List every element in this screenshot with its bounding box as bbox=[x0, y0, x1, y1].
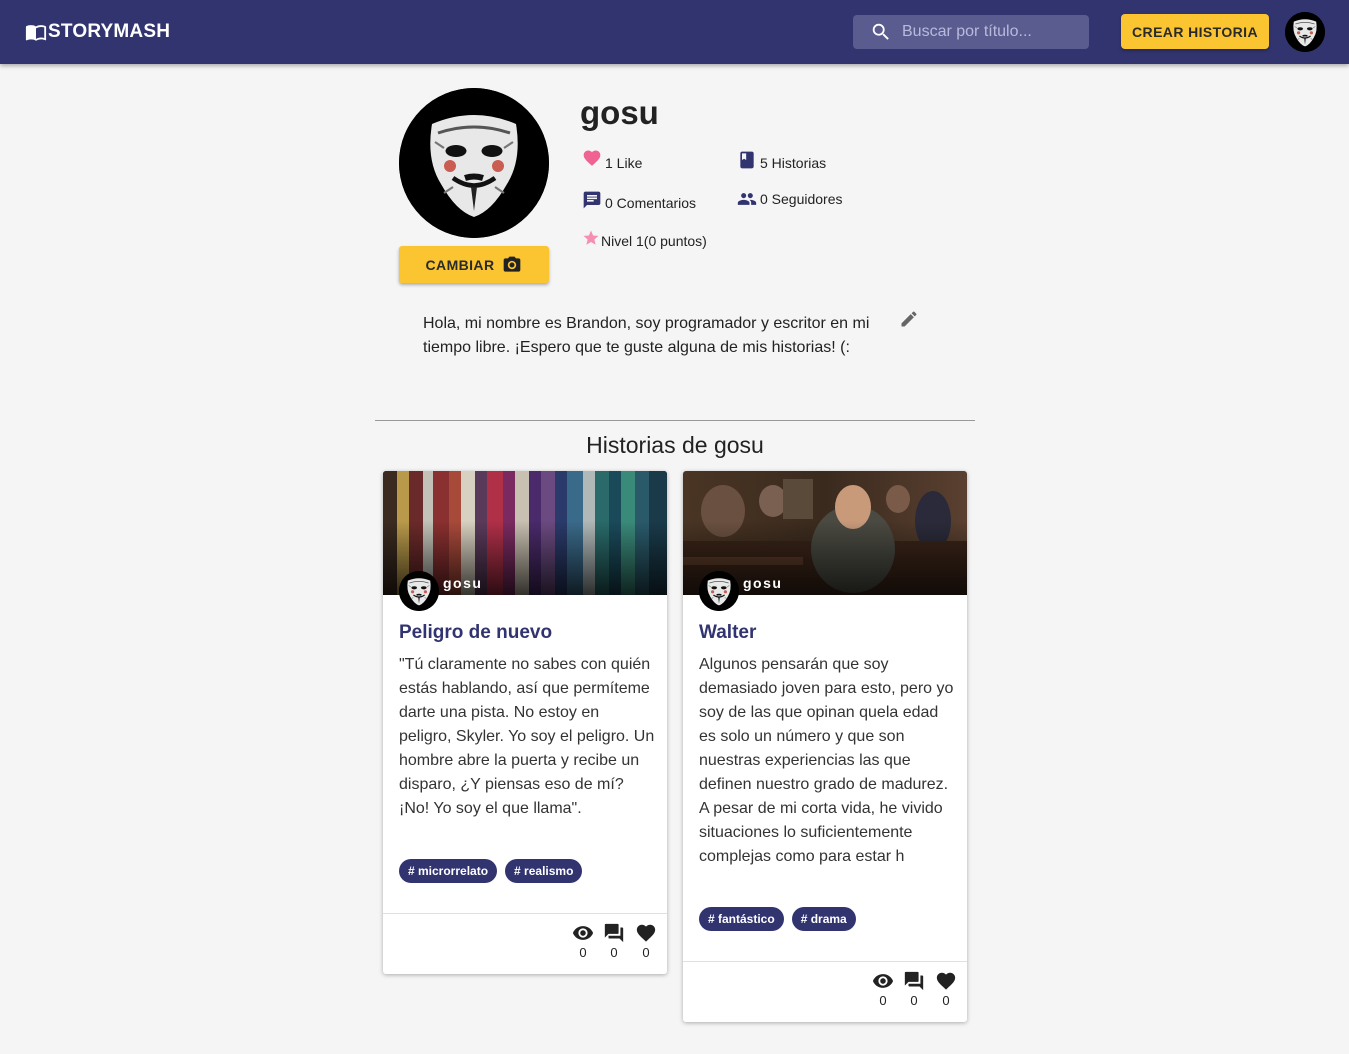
views-metric: 0 bbox=[871, 970, 895, 1008]
top-app-bar: STORYMASH CREAR HISTORIA bbox=[0, 0, 1349, 64]
brand-name: STORYMASH bbox=[48, 21, 171, 42]
comments-count: 0 bbox=[910, 993, 918, 1008]
tag-list: # microrrelato # realismo bbox=[399, 859, 583, 883]
level-stat: Nivel 1(0 puntos) bbox=[582, 229, 707, 249]
comments-metric: 0 bbox=[902, 970, 926, 1008]
author-name[interactable]: gosu bbox=[443, 575, 482, 591]
followers-stat-label: 0 Seguidores bbox=[760, 191, 843, 207]
people-icon bbox=[737, 193, 757, 205]
card-divider bbox=[683, 961, 967, 962]
star-icon bbox=[583, 230, 599, 245]
likes-count: 0 bbox=[942, 993, 950, 1008]
story-title[interactable]: Peligro de nuevo bbox=[399, 622, 552, 644]
stories-stat-label: 5 Historias bbox=[760, 155, 827, 171]
change-avatar-button[interactable]: CAMBIAR bbox=[399, 246, 549, 283]
comments-stat: 0 Comentarios bbox=[582, 190, 697, 211]
comments-metric: 0 bbox=[602, 922, 626, 960]
profile-avatar bbox=[399, 88, 549, 238]
likes-stat-label: 1 Like bbox=[605, 155, 643, 171]
followers-stat: 0 Seguidores bbox=[737, 189, 843, 209]
profile-username: gosu bbox=[580, 94, 659, 131]
brand-logo[interactable]: STORYMASH bbox=[24, 20, 170, 44]
story-title[interactable]: Walter bbox=[699, 622, 756, 644]
section-divider bbox=[375, 420, 975, 421]
views-count: 0 bbox=[579, 945, 587, 960]
comments-stat-label: 0 Comentarios bbox=[605, 195, 697, 211]
tag-list: # fantástico # drama bbox=[699, 907, 856, 931]
camera-icon bbox=[504, 256, 521, 272]
story-excerpt: Algunos pensarán que soy demasiado joven… bbox=[699, 656, 954, 865]
forum-icon bbox=[904, 971, 924, 991]
tag-chip[interactable]: # realismo bbox=[505, 859, 583, 883]
tag-chip[interactable]: # drama bbox=[791, 907, 856, 931]
comment-icon bbox=[583, 191, 601, 209]
story-card[interactable]: gosu Walter Algunos pensarán que soy dem… bbox=[683, 471, 967, 1022]
book-open-icon bbox=[25, 25, 47, 41]
search-input[interactable] bbox=[902, 23, 1072, 41]
comments-count: 0 bbox=[610, 945, 618, 960]
author-name[interactable]: gosu bbox=[743, 575, 782, 591]
book-icon bbox=[740, 151, 754, 169]
level-stat-label: Nivel 1(0 puntos) bbox=[601, 233, 707, 249]
likes-count: 0 bbox=[642, 945, 650, 960]
likes-metric[interactable]: 0 bbox=[934, 970, 958, 1008]
tag-chip[interactable]: # microrrelato bbox=[399, 859, 498, 883]
heart-icon bbox=[583, 150, 601, 166]
search-box[interactable] bbox=[853, 15, 1089, 49]
tag-chip[interactable]: # fantástico bbox=[699, 907, 784, 931]
eye-icon bbox=[872, 974, 894, 988]
heart-icon[interactable] bbox=[634, 922, 658, 944]
views-metric: 0 bbox=[571, 922, 595, 960]
eye-icon bbox=[572, 926, 594, 940]
create-story-button[interactable]: CREAR HISTORIA bbox=[1121, 14, 1269, 49]
likes-metric[interactable]: 0 bbox=[634, 922, 658, 960]
story-excerpt: "Tú claramente no sabes con quién estás … bbox=[399, 656, 655, 817]
author-avatar[interactable] bbox=[699, 571, 739, 611]
card-divider bbox=[383, 913, 667, 914]
search-icon bbox=[872, 23, 889, 40]
forum-icon bbox=[604, 923, 624, 943]
author-avatar[interactable] bbox=[399, 571, 439, 611]
change-avatar-label: CAMBIAR bbox=[425, 256, 495, 273]
stories-stat: 5 Historias bbox=[737, 150, 827, 171]
heart-icon[interactable] bbox=[934, 970, 958, 992]
stories-section-title: Historias de gosu bbox=[586, 432, 764, 458]
pencil-icon[interactable] bbox=[899, 309, 919, 329]
story-card[interactable]: gosu Peligro de nuevo "Tú claramente no … bbox=[383, 471, 667, 974]
profile-bio: Hola, mi nombre es Brandon, soy programa… bbox=[423, 315, 870, 356]
likes-stat: 1 Like bbox=[582, 148, 643, 171]
user-avatar[interactable] bbox=[1285, 12, 1325, 52]
views-count: 0 bbox=[879, 993, 887, 1008]
